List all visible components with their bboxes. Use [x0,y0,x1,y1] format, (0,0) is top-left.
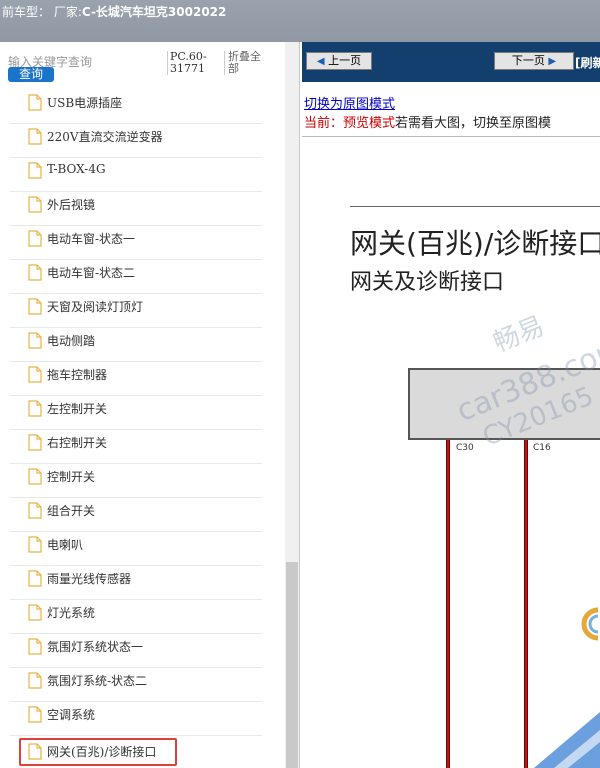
document-icon [28,672,42,689]
wire-c30 [446,440,450,768]
tree-item[interactable]: T-BOX-4G [10,158,262,192]
document-icon [28,400,42,417]
tree-item-label: USB电源插座 [47,96,123,110]
vehicle-title: 前车型： 厂家:C-长城汽车坦克3002022 [2,3,226,20]
document-icon [28,230,42,247]
refresh-link[interactable]: [刷新 [575,54,600,71]
tree-item-label: 220V直流交流逆变器 [47,130,163,144]
left-arrow-icon: ◀ [316,56,325,67]
tree-item-label: 电动侧踏 [47,334,96,348]
vehicle-title-prefix: 前车型： 厂家: [2,5,82,19]
document-icon [28,366,42,383]
tree-item-label: 网关(百兆)/诊断接口 [47,745,157,759]
document-subtitle: 网关及诊断接口 [350,270,505,295]
tree-item-label: 组合开关 [47,504,96,518]
prev-page-button[interactable]: ◀ 上一页 [306,52,372,70]
left-scrollbar[interactable] [285,42,299,768]
tree-item[interactable]: 电动车窗-状态一 [10,226,262,260]
watermark-text: 畅易 [489,311,549,359]
tree-item[interactable]: 控制开关 [10,464,262,498]
tree-item-label: 电喇叭 [47,538,84,552]
tree-item[interactable]: 组合开关 [10,498,262,532]
document-icon [28,196,42,213]
document-icon [28,94,42,111]
search-button[interactable]: 查询 [8,67,54,82]
tree-item[interactable]: USB电源插座 [10,90,262,124]
content-divider [302,136,600,137]
document-header-rule [350,206,600,207]
tree-item-label: 右控制开关 [47,436,108,450]
tree-item[interactable]: 拖车控制器 [10,362,262,396]
tree-item-label: 控制开关 [47,470,96,484]
document-icon [28,298,42,315]
tree-item-label: 电动车窗-状态一 [47,232,136,246]
tree-item[interactable]: 外后视镜 [10,192,262,226]
page-navigation-bar: ◀ 上一页 下一页 ▶ [刷新 [302,42,600,82]
document-icon [28,638,42,655]
tree-item[interactable]: 氛围灯系统状态一 [10,634,262,668]
tree-item-label: 氛围灯系统状态一 [47,640,144,654]
vehicle-model: C-长城汽车坦克3002022 [81,5,227,19]
tree-item-label: 电动车窗-状态二 [47,266,136,280]
collapse-all-link[interactable]: 折叠全部 [224,51,268,75]
right-arrow-icon: ▶ [548,56,557,67]
document-icon [28,743,42,760]
tree-item-label: 外后视镜 [47,198,96,212]
mode-current-value: 预览模式 [343,116,396,131]
document-icon [28,570,42,587]
switch-original-mode-link[interactable]: 切换为原图模式 [304,93,395,112]
document-icon [28,706,42,723]
tree-item[interactable]: 右控制开关 [10,430,262,464]
right-panel: ◀ 上一页 下一页 ▶ [刷新 切换为原图模式 当前：预览模式若需看大图，切换至… [302,42,600,768]
tree-item[interactable]: 电喇叭 [10,532,262,566]
document-icon [28,128,42,145]
tree-item-label: 左控制开关 [47,402,108,416]
document-icon [28,502,42,519]
document-icon [28,332,42,349]
document-icon [28,536,42,553]
mode-status-line: 当前：预览模式若需看大图，切换至原图模 [304,112,551,131]
pc-code-label: PC.60-31771 [167,51,211,75]
left-panel: 输入关键字查询 查询 PC.60-31771 折叠全部 USB电源插座 220V直… [0,42,300,768]
prev-page-label: 上一页 [328,54,362,67]
document-title: 网关(百兆)/诊断接口 [350,227,600,260]
tree-item[interactable]: 220V直流交流逆变器 [10,124,262,158]
tree-item[interactable]: 电动车窗-状态二 [10,260,262,294]
tree-item[interactable]: 天窗及阅读灯顶灯 [10,294,262,328]
tree-item-selected[interactable]: 网关(百兆)/诊断接口 [19,738,177,766]
blue-logo-watermark-icon [534,712,600,768]
tree-item[interactable]: 电动侧踏 [10,328,262,362]
tree-item[interactable]: 空调系统 [10,702,262,736]
tree-item-label: 拖车控制器 [47,368,108,382]
color-wheel-logo-icon [581,607,599,641]
tree-item-label: 空调系统 [47,708,96,722]
mode-current-label: 当前： [304,116,344,131]
tree-item[interactable]: 雨量光线传感器 [10,566,262,600]
tree-item-label: 雨量光线传感器 [47,572,132,586]
tree-item-label: 氛围灯系统-状态二 [47,674,148,688]
document-icon [28,434,42,451]
scrollbar-thumb[interactable] [286,562,298,768]
tree-item[interactable]: 左控制开关 [10,396,262,430]
document-tree: USB电源插座 220V直流交流逆变器 T-BOX-4G 外后视镜电动车窗-状态一 电动… [0,90,285,766]
mode-hint: 若需看大图，切换至原图模 [395,116,552,131]
next-page-button[interactable]: 下一页 ▶ [494,52,574,70]
document-icon [28,468,42,485]
next-page-label: 下一页 [511,54,545,67]
document-icon [28,162,42,179]
tree-item-label: T-BOX-4G [47,162,106,176]
tree-item[interactable]: 氛围灯系统-状态二 [10,668,262,702]
document-icon [28,604,42,621]
search-area: 输入关键字查询 查询 PC.60-31771 折叠全部 [0,42,285,92]
pin-label-c30: C30 [456,443,474,453]
document-icon [28,264,42,281]
top-header-bar: 前车型： 厂家:C-长城汽车坦克3002022 [0,0,600,42]
tree-item-label: 天窗及阅读灯顶灯 [47,300,144,314]
pin-label-c16: C16 [533,443,551,453]
tree-item-label: 灯光系统 [47,606,96,620]
tree-item[interactable]: 灯光系统 [10,600,262,634]
